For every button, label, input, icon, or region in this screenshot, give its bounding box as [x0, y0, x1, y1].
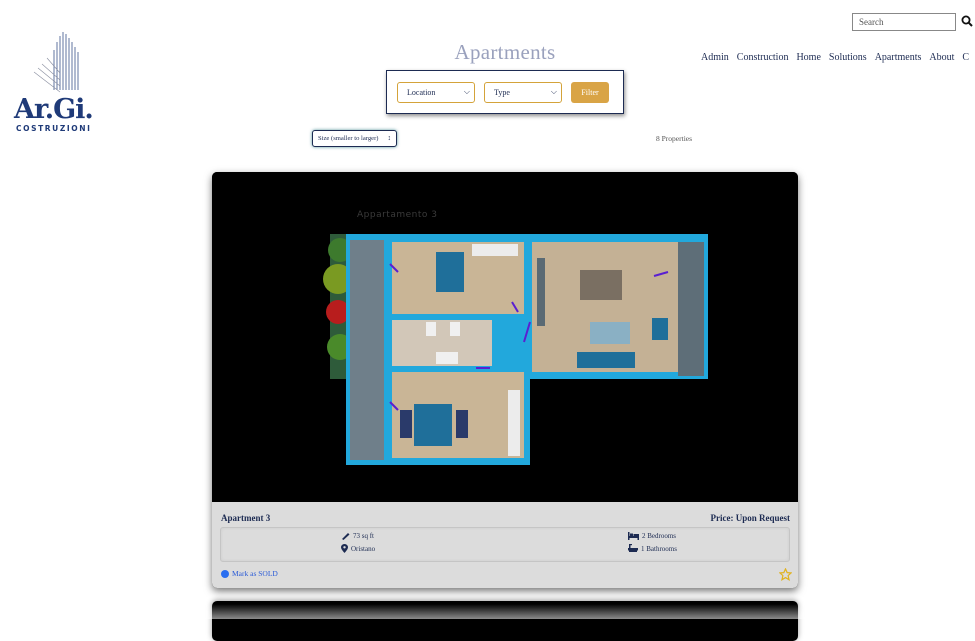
type-select[interactable]: Type ⌵ [484, 82, 562, 103]
chevron-down-icon: ⌵ [463, 87, 470, 96]
type-select-label: Type [494, 88, 510, 97]
search-input[interactable] [852, 13, 956, 31]
floor-plan-drawing: Appartamento 3 [323, 210, 708, 465]
bed-icon [628, 532, 639, 540]
listing-footer: Apartment 3 Price: Upon Request 73 sq ft… [212, 502, 798, 588]
chevron-down-icon: ⌵ [550, 87, 557, 96]
listing-card[interactable]: Appartamento 3 Apartment 3 Price: Upon R… [212, 172, 798, 588]
radio-dot-icon [221, 569, 229, 578]
detail-size: 73 sq ft [341, 532, 374, 540]
floor-plan-label: Appartamento 3 [357, 210, 437, 220]
detail-bathrooms-value: 1 Bathrooms [641, 544, 677, 553]
listing-price: Price: Upon Request [710, 513, 791, 523]
detail-size-value: 73 sq ft [353, 532, 374, 540]
listing-card-next[interactable] [212, 601, 798, 641]
star-icon[interactable] [779, 568, 792, 581]
filter-button[interactable]: Filter [571, 82, 609, 103]
listing-details: 73 sq ft Oristano 2 Bedrooms 1 Bathrooms [220, 527, 790, 562]
floor-plan-image[interactable]: Appartamento 3 [212, 172, 798, 502]
detail-bathrooms: 1 Bathrooms [628, 544, 677, 553]
listing-title[interactable]: Apartment 3 [221, 513, 270, 523]
mark-sold-label: Mark as SOLD [232, 569, 278, 578]
detail-bedrooms-value: 2 Bedrooms [642, 532, 677, 540]
page-title: Apartments [454, 40, 556, 64]
location-select-label: Location [407, 88, 436, 97]
mark-sold-toggle[interactable]: Mark as SOLD [221, 569, 278, 578]
ruler-icon [342, 533, 350, 540]
property-count: 8 Properties [656, 134, 693, 143]
detail-bedrooms: 2 Bedrooms [628, 532, 676, 540]
filter-panel: Location ⌵ Type ⌵ Filter [386, 70, 624, 114]
location-select[interactable]: Location ⌵ [397, 82, 475, 103]
sort-select[interactable]: Size (smaller to larger) ↕ [312, 130, 397, 147]
sort-select-label: Size (smaller to larger) [318, 135, 379, 142]
brand-tagline: COSTRUZIONI [16, 124, 92, 133]
sort-arrows-icon: ↕ [387, 134, 392, 142]
search-icon[interactable] [961, 15, 973, 27]
detail-location-value: Oristano [351, 544, 376, 553]
map-pin-icon [341, 544, 348, 553]
detail-location: Oristano [341, 544, 375, 553]
bath-icon [628, 544, 638, 552]
brand-name: Ar.Gi. [14, 94, 94, 125]
